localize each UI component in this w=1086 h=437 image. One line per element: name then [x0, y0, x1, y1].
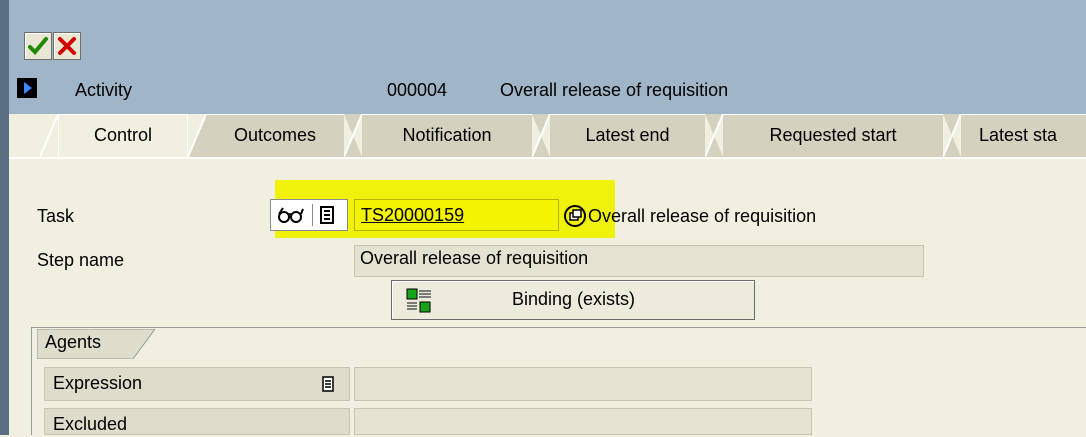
- tab-latest-end-label: Latest end: [585, 125, 670, 145]
- activity-name: Overall release of requisition: [500, 80, 729, 100]
- excluded-field[interactable]: [354, 408, 812, 435]
- tab-outcomes-label: Outcomes: [233, 125, 317, 145]
- tab-notification-label: Notification: [402, 125, 492, 145]
- step-name-label: Step name: [37, 250, 125, 270]
- expression-field[interactable]: [354, 367, 812, 401]
- green-check-icon: [28, 37, 48, 55]
- tab-edge-icon: [40, 114, 58, 157]
- tab-control[interactable]: Control: [58, 114, 188, 157]
- document-icon[interactable]: [320, 206, 334, 224]
- agents-group-title: Agents: [45, 332, 102, 352]
- task-description: Overall release of requisition: [588, 206, 817, 226]
- tab-latest-start[interactable]: Latest sta: [961, 114, 1086, 157]
- binding-icon: [406, 288, 431, 313]
- tab-edge-icon: [344, 114, 362, 157]
- tab-edge-icon: [943, 114, 961, 157]
- excluded-label: Excluded: [53, 414, 128, 434]
- tab-requested-start-label: Requested start: [769, 125, 897, 145]
- tab-control-label: Control: [93, 125, 153, 145]
- cancel-button[interactable]: [53, 32, 81, 60]
- excluded-label-cell: Excluded: [44, 408, 350, 435]
- tab-edge-icon: [532, 114, 550, 157]
- expression-label-cell: Expression: [44, 367, 350, 401]
- task-label: Task: [37, 206, 75, 226]
- step-name-field[interactable]: Overall release of requisition: [354, 245, 924, 277]
- tab-latest-start-label: Latest sta: [979, 125, 1058, 145]
- red-x-icon: [58, 37, 76, 55]
- expand-arrow-icon[interactable]: [17, 78, 37, 98]
- step-name-value: Overall release of requisition: [360, 248, 589, 268]
- task-input[interactable]: TS20000159: [354, 199, 559, 231]
- task-tools-group: [270, 199, 348, 231]
- tab-notification[interactable]: Notification: [362, 114, 532, 157]
- tab-requested-start[interactable]: Requested start: [723, 114, 943, 157]
- display-object-icon[interactable]: [564, 205, 586, 227]
- task-value: TS20000159: [361, 205, 465, 225]
- confirm-button[interactable]: [24, 32, 52, 60]
- activity-number: 000004: [387, 80, 448, 100]
- tab-edge-icon: [188, 114, 206, 157]
- binding-button[interactable]: Binding (exists): [391, 280, 755, 320]
- binding-button-label: Binding (exists): [512, 289, 636, 309]
- divider: [312, 204, 313, 226]
- agents-group-tab: Agents: [37, 329, 155, 359]
- glasses-icon[interactable]: [277, 206, 305, 224]
- window-frame: [0, 0, 9, 435]
- tab-edge-icon: [705, 114, 723, 157]
- tab-outcomes[interactable]: Outcomes: [206, 114, 344, 157]
- expression-label: Expression: [53, 373, 143, 393]
- activity-label: Activity: [75, 80, 133, 100]
- document-icon[interactable]: [322, 376, 334, 392]
- tab-latest-end[interactable]: Latest end: [550, 114, 705, 157]
